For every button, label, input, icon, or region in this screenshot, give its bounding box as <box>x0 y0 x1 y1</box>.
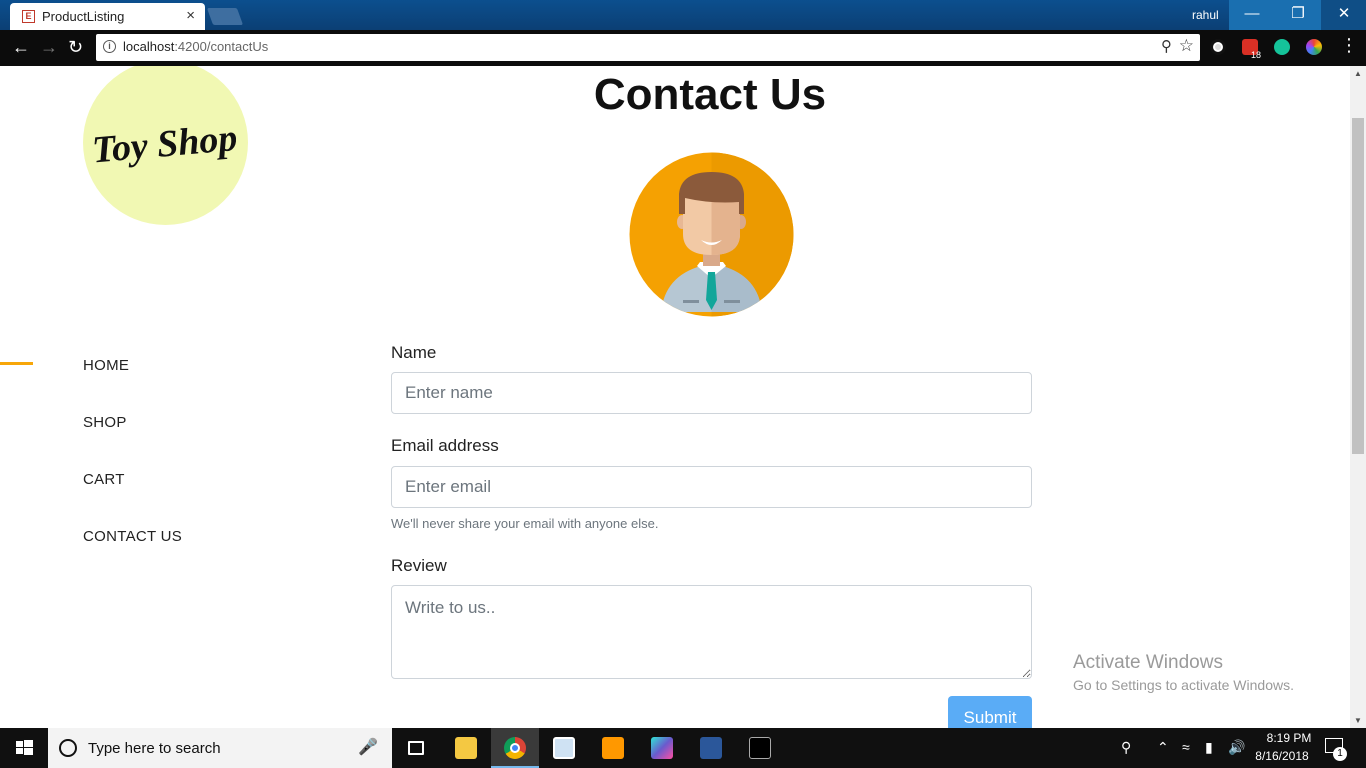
chrome-icon-center <box>510 743 520 753</box>
url-host: localhost <box>123 39 175 54</box>
restore-button[interactable]: ❐ <box>1275 0 1321 30</box>
profile-name[interactable]: rahul <box>1192 8 1219 22</box>
microphone-icon[interactable]: 🎤 <box>358 737 378 757</box>
review-label: Review <box>391 556 447 575</box>
address-bar[interactable]: i localhost:4200/contactUs ⚲ ☆ <box>96 34 1200 61</box>
nav-item-cart[interactable]: CART <box>83 471 125 488</box>
file-explorer-button[interactable] <box>442 728 490 768</box>
taskbar-search-placeholder: Type here to search <box>88 740 221 757</box>
extension-colorpicker-icon[interactable] <box>1306 39 1322 55</box>
forward-arrow-icon[interactable]: → <box>40 37 58 58</box>
new-tab-button[interactable] <box>206 8 244 25</box>
name-label: Name <box>391 343 437 362</box>
info-icon[interactable]: i <box>103 40 116 53</box>
tab-title: ProductListing <box>42 9 125 24</box>
extension-panda-icon[interactable] <box>1210 39 1226 55</box>
sublime-text-icon <box>602 737 624 759</box>
clock-date[interactable]: 8/16/2018 <box>1252 749 1312 763</box>
windows-taskbar: Type here to search 🎤 ⚲ ⌃ ≈ ▮ 🔊 8:19 PM … <box>0 728 1366 768</box>
url-text[interactable]: localhost:4200/contactUs <box>123 39 268 54</box>
image-viewer-icon <box>553 737 575 759</box>
task-view-icon <box>408 741 424 755</box>
back-arrow-icon[interactable]: ← <box>12 37 30 58</box>
activate-windows-subtitle: Go to Settings to activate Windows. <box>1073 677 1294 693</box>
browser-tab[interactable]: E ProductListing × <box>10 3 205 30</box>
nav-item-home[interactable]: HOME <box>83 357 129 374</box>
clock-time[interactable]: 8:19 PM <box>1260 731 1318 745</box>
tab-favicon-icon: E <box>22 10 35 23</box>
people-icon[interactable]: ⚲ <box>1121 739 1131 756</box>
browser-toolbar: ← → ↻ i localhost:4200/contactUs ⚲ ☆ 18 … <box>0 30 1366 66</box>
taskbar-search[interactable]: Type here to search 🎤 <box>48 728 392 768</box>
command-prompt-button[interactable] <box>736 728 784 768</box>
email-input[interactable] <box>391 466 1032 508</box>
tray-chevron-icon[interactable]: ⌃ <box>1157 739 1169 756</box>
browser-titlebar: E ProductListing × rahul — ❐ ✕ <box>0 0 1366 30</box>
word-button[interactable] <box>687 728 735 768</box>
bookmark-star-icon[interactable]: ☆ <box>1179 36 1194 56</box>
network-icon[interactable]: ≈ <box>1182 739 1190 755</box>
reload-icon[interactable]: ↻ <box>68 37 83 58</box>
email-help-text: We'll never share your email with anyone… <box>391 516 659 531</box>
page-scrollbar[interactable]: ▲ ▼ <box>1350 66 1366 728</box>
nav-item-contact-us[interactable]: CONTACT US <box>83 528 182 545</box>
scroll-down-icon[interactable]: ▼ <box>1354 716 1362 725</box>
folder-icon <box>455 737 477 759</box>
notification-badge: 1 <box>1333 747 1347 761</box>
page-title: Contact Us <box>593 70 827 119</box>
scroll-up-icon[interactable]: ▲ <box>1354 69 1362 78</box>
zoom-icon[interactable]: ⚲ <box>1161 37 1172 55</box>
name-input[interactable] <box>391 372 1032 414</box>
windows-start-icon[interactable] <box>0 728 48 768</box>
review-textarea[interactable] <box>391 585 1032 679</box>
volume-icon[interactable]: 🔊 <box>1228 739 1245 756</box>
nav-accent-bar <box>0 362 33 365</box>
command-prompt-icon <box>749 737 771 759</box>
chrome-taskbar-button[interactable] <box>491 728 539 768</box>
visual-studio-button[interactable] <box>638 728 686 768</box>
word-icon <box>700 737 722 759</box>
extension-badge: 18 <box>1251 50 1262 60</box>
close-window-button[interactable]: ✕ <box>1321 0 1366 30</box>
email-label: Email address <box>391 436 499 455</box>
tab-close-icon[interactable]: × <box>186 7 195 24</box>
url-path: :4200/contactUs <box>174 39 269 54</box>
extension-grammarly-icon[interactable] <box>1274 39 1290 55</box>
scroll-thumb[interactable] <box>1352 118 1364 454</box>
submit-button[interactable]: Submit <box>948 696 1032 728</box>
toy-shop-logo[interactable]: Toy Shop <box>83 66 248 225</box>
minimize-button[interactable]: — <box>1229 0 1275 30</box>
chrome-menu-icon[interactable]: ⋮ <box>1340 35 1358 56</box>
task-view-button[interactable] <box>392 728 440 768</box>
page-content: Toy Shop Contact Us HOME SHOP CART CONTA… <box>0 66 1350 728</box>
battery-icon[interactable]: ▮ <box>1205 739 1213 756</box>
activate-windows-title: Activate Windows <box>1073 652 1223 673</box>
visual-studio-icon <box>651 737 673 759</box>
sublime-text-button[interactable] <box>589 728 637 768</box>
logo-text: Toy Shop <box>90 116 239 172</box>
avatar-icon <box>629 152 794 317</box>
nav-item-shop[interactable]: SHOP <box>83 414 127 431</box>
cortana-icon[interactable] <box>59 739 77 757</box>
image-viewer-button[interactable] <box>540 728 588 768</box>
